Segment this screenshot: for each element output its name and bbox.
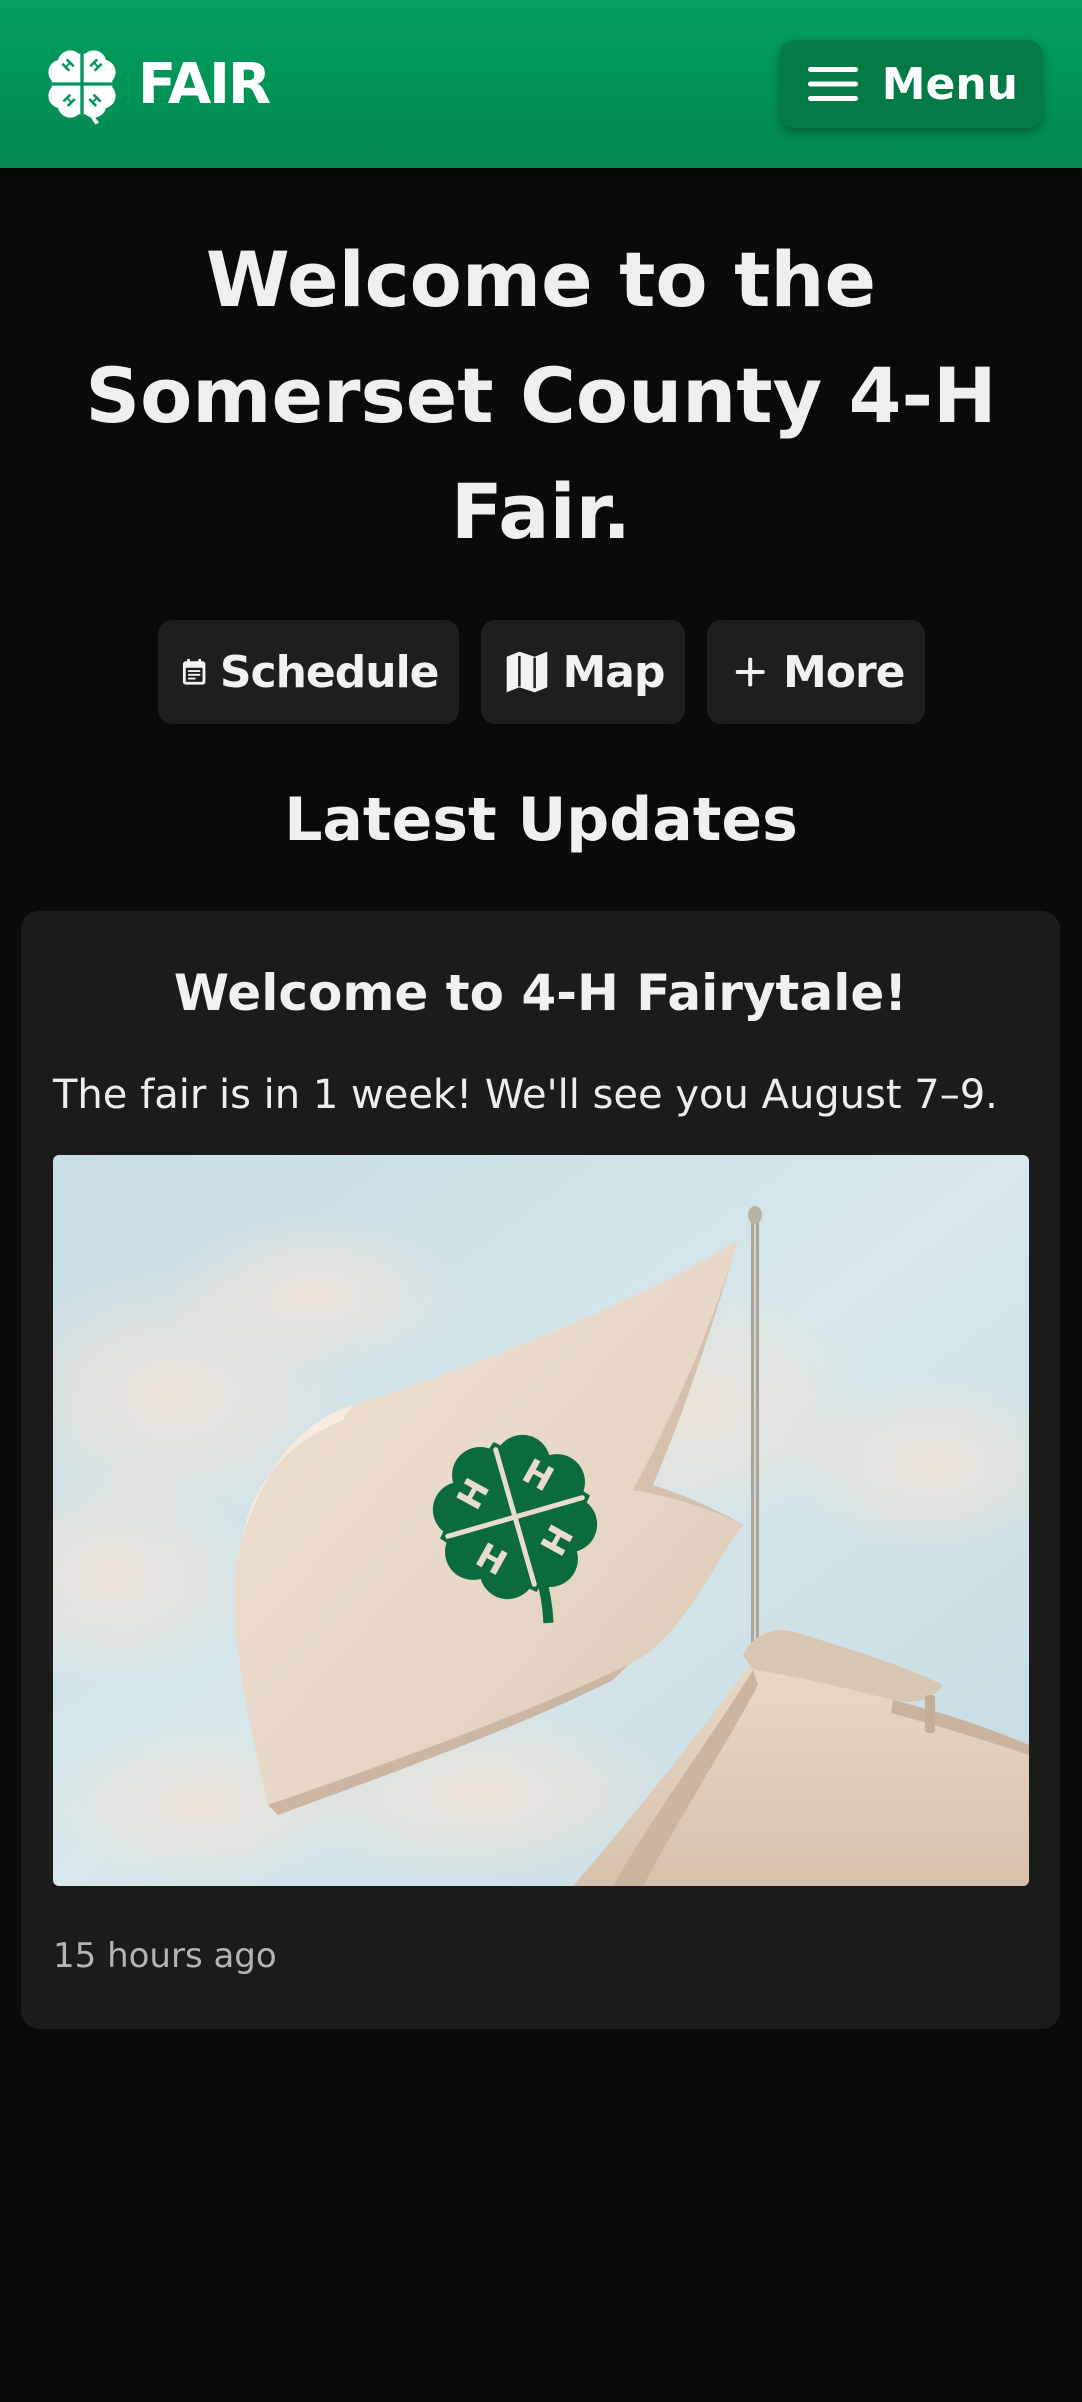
update-timestamp: 15 hours ago — [53, 1936, 277, 1976]
clover-logo-icon: H H H H — [45, 47, 119, 125]
schedule-button[interactable]: Schedule — [157, 620, 459, 724]
update-body: The fair is in 1 week! We'll see you Aug… — [53, 1072, 998, 1118]
schedule-label: Schedule — [219, 646, 440, 698]
map-button[interactable]: Map — [480, 620, 685, 724]
brand-logo[interactable]: H H H H FAIR — [40, 42, 271, 126]
latest-updates-heading: Latest Updates — [284, 785, 798, 855]
map-label: Map — [562, 646, 666, 698]
update-card[interactable]: Welcome to 4-H Fairytale! The fair is in… — [21, 911, 1060, 2029]
more-label: More — [782, 646, 906, 698]
update-title: Welcome to 4-H Fairytale! — [173, 964, 908, 1022]
update-image[interactable]: H H H H — [53, 1155, 1029, 1886]
quick-links: Schedule Map More — [0, 620, 1082, 724]
calendar-icon — [182, 658, 205, 685]
map-icon — [506, 651, 547, 693]
more-button[interactable]: More — [706, 620, 925, 724]
page-title: Welcome to the Somerset County 4-H Fair. — [85, 235, 997, 556]
plus-icon — [735, 657, 765, 687]
menu-button[interactable]: Menu — [779, 40, 1042, 128]
brand-text: FAIR — [138, 51, 271, 117]
app-header: H H H H FAIR Menu — [0, 0, 1082, 168]
hamburger-icon — [807, 67, 858, 101]
menu-label: Menu — [881, 58, 1018, 110]
